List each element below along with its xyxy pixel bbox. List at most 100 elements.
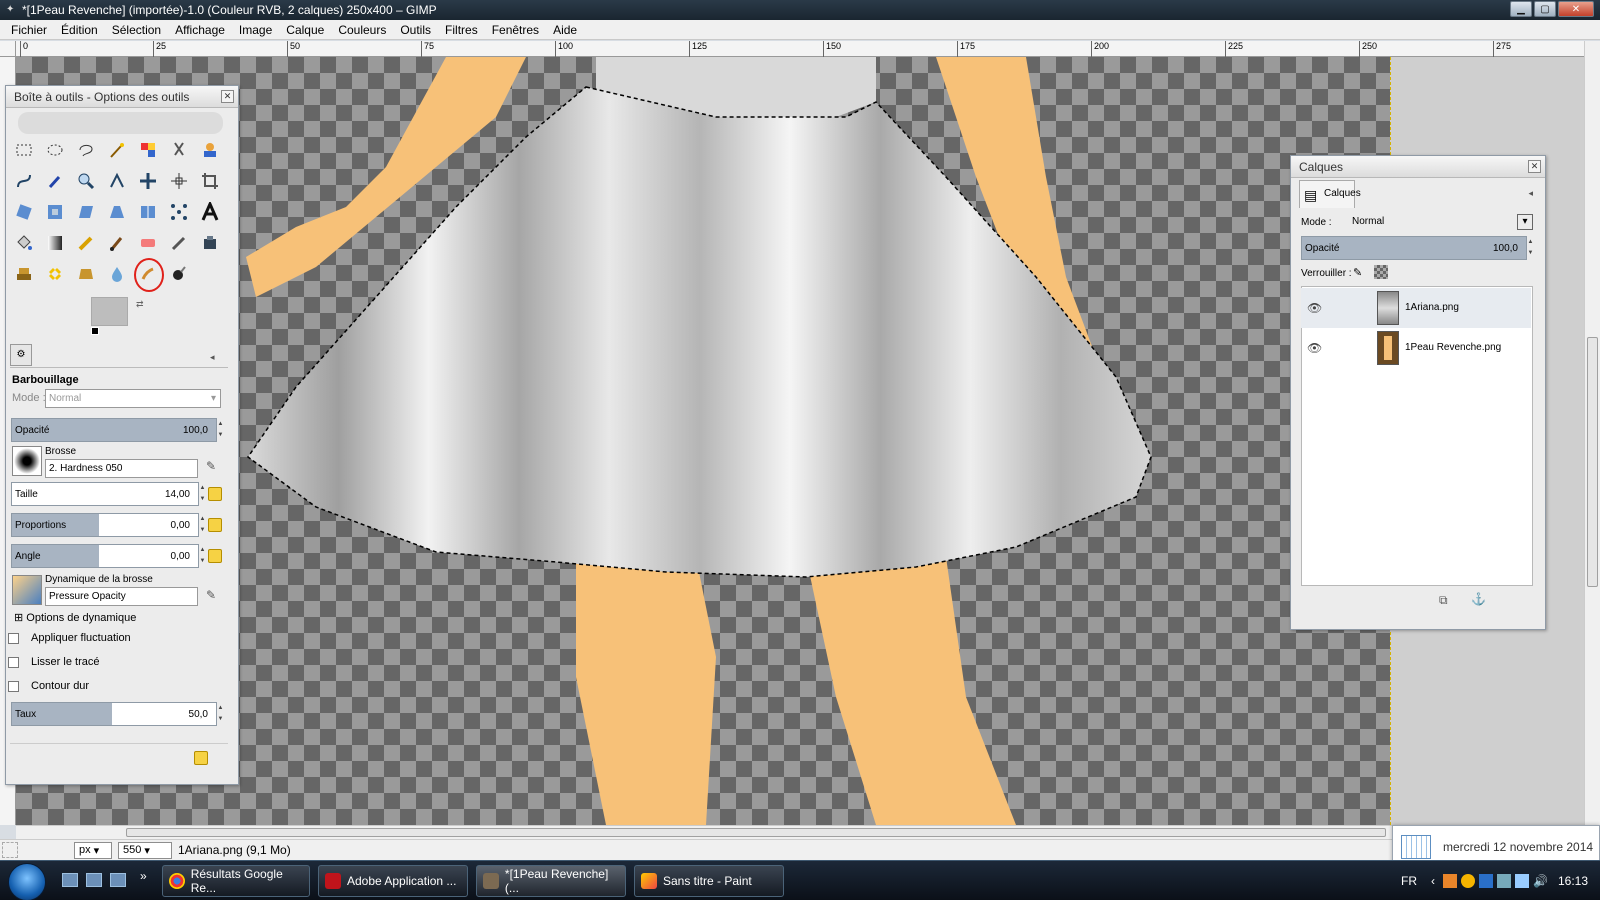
smudge-icon[interactable] [132, 258, 164, 292]
select-by-color-icon[interactable] [132, 134, 163, 165]
rotate-icon[interactable] [8, 196, 39, 227]
tray-expand-icon[interactable]: ‹ [1431, 874, 1435, 888]
tray-app-icon[interactable] [1461, 874, 1476, 888]
crop-icon[interactable] [194, 165, 225, 196]
mode-select[interactable]: Normal ▾ [45, 389, 221, 408]
tray-app-icon[interactable] [1479, 874, 1494, 888]
menu-edition[interactable]: Édition [54, 23, 105, 37]
monitor-icon[interactable] [1515, 874, 1530, 888]
foreground-select-icon[interactable] [194, 134, 225, 165]
spin-arrows-icon[interactable]: ▲ ▼ [217, 419, 224, 441]
brush-preview[interactable] [12, 446, 42, 476]
measure-icon[interactable] [101, 165, 132, 196]
wilber-drop-area[interactable] [18, 112, 223, 134]
lock-pixels-icon[interactable]: ✎ [1353, 266, 1362, 279]
opacity-slider[interactable]: Opacité 100,0 ▲ ▼ [11, 418, 223, 442]
task-gimp[interactable]: *[1Peau Revenche] (... [476, 865, 626, 897]
text-icon[interactable] [194, 196, 225, 227]
quick-mask-toggle[interactable] [0, 41, 16, 57]
spin-arrows-icon[interactable]: ▲ ▼ [199, 514, 206, 536]
menu-filtres[interactable]: Filtres [438, 23, 485, 37]
language-indicator[interactable]: FR [1401, 874, 1417, 888]
visibility-eye-icon[interactable]: 👁 [1307, 341, 1322, 355]
spin-arrows-icon[interactable]: ▲ ▼ [1527, 237, 1534, 259]
menu-outils[interactable]: Outils [393, 23, 438, 37]
network-icon[interactable] [1497, 874, 1512, 888]
tool-options-tab[interactable]: ⚙ [10, 344, 32, 366]
size-slider[interactable]: Taille 14,00 ▲ ▼ [11, 482, 205, 506]
navigate-icon[interactable] [2, 842, 18, 858]
ink-icon[interactable] [194, 227, 225, 258]
duplicate-layer-icon[interactable]: ⧉ [1439, 593, 1448, 608]
layer-name[interactable]: 1Ariana.png [1405, 302, 1459, 313]
lock-alpha-icon[interactable] [1374, 265, 1388, 279]
rate-slider[interactable]: Taux 50,0 ▲ ▼ [11, 702, 223, 726]
hard-edge-checkbox[interactable] [8, 681, 19, 692]
task-paint[interactable]: Sans titre - Paint [634, 865, 784, 897]
vertical-scrollbar[interactable] [1584, 41, 1600, 825]
show-desktop-icon[interactable] [62, 873, 78, 887]
menu-selection[interactable]: Sélection [105, 23, 168, 37]
flip-icon[interactable] [132, 196, 163, 227]
apply-jitter-checkbox[interactable] [8, 633, 19, 644]
anchor-layer-icon[interactable]: ⚓ [1471, 592, 1486, 606]
rect-select-icon[interactable] [8, 134, 39, 165]
perspective-icon[interactable] [101, 196, 132, 227]
scissors-icon[interactable] [163, 134, 194, 165]
menu-image[interactable]: Image [232, 23, 279, 37]
layer-row[interactable]: 👁 1Ariana.png [1301, 288, 1531, 328]
minimize-button[interactable]: ▁ [1510, 1, 1532, 17]
menu-fichier[interactable]: Fichier [4, 23, 54, 37]
heal-icon[interactable] [39, 258, 70, 289]
menu-affichage[interactable]: Affichage [168, 23, 232, 37]
airbrush-icon[interactable] [163, 227, 194, 258]
scroll-thumb[interactable] [1587, 337, 1598, 587]
move-icon[interactable] [132, 165, 163, 196]
close-icon[interactable]: ✕ [221, 90, 234, 103]
pencil-icon[interactable] [70, 227, 101, 258]
task-adobe[interactable]: Adobe Application ... [318, 865, 468, 897]
menu-aide[interactable]: Aide [546, 23, 584, 37]
zoom-icon[interactable] [70, 165, 101, 196]
unit-select[interactable]: px ▾ [74, 841, 112, 859]
menu-fenetres[interactable]: Fenêtres [485, 23, 546, 37]
cage-transform-icon[interactable] [163, 196, 194, 227]
fuzzy-select-icon[interactable] [101, 134, 132, 165]
brush-field[interactable]: 2. Hardness 050 [45, 459, 198, 478]
default-colors-icon[interactable] [91, 327, 99, 335]
color-picker-icon[interactable] [39, 165, 70, 196]
spin-arrows-icon[interactable]: ▲ ▼ [217, 703, 224, 725]
reset-tool-options-icon[interactable] [194, 751, 208, 765]
close-icon[interactable]: ✕ [1528, 160, 1541, 173]
swap-colors-icon[interactable]: ⇄ [136, 299, 144, 310]
dynamics-preview[interactable] [12, 575, 42, 605]
clone-icon[interactable] [8, 258, 39, 289]
menu-calque[interactable]: Calque [279, 23, 331, 37]
angle-slider[interactable]: Angle 0,00 ▲ ▼ [11, 544, 205, 568]
menu-couleurs[interactable]: Couleurs [331, 23, 393, 37]
task-chrome[interactable]: Résultats Google Re... [162, 865, 310, 897]
tray-app-icon[interactable] [1443, 874, 1458, 888]
layer-mode-select[interactable]: Normal [1349, 213, 1530, 232]
spin-arrows-icon[interactable]: ▲ ▼ [199, 545, 206, 567]
paths-icon[interactable] [8, 165, 39, 196]
dynamics-field[interactable]: Pressure Opacity [45, 587, 198, 606]
clock[interactable]: 16:13 [1558, 874, 1588, 888]
zoom-select[interactable]: 550 ▾ [118, 841, 172, 859]
quicklaunch-icon[interactable] [110, 873, 126, 887]
ratio-slider[interactable]: Proportions 0,00 ▲ ▼ [11, 513, 205, 537]
ellipse-select-icon[interactable] [39, 134, 70, 165]
scale-icon[interactable] [39, 196, 70, 227]
blend-icon[interactable] [39, 227, 70, 258]
blur-sharpen-icon[interactable] [101, 258, 132, 289]
explorer-icon[interactable] [86, 873, 102, 887]
maximize-button[interactable]: ▢ [1534, 1, 1556, 17]
horizontal-ruler[interactable]: 0 25 50 75 100 125 150 175 200 225 250 2… [16, 41, 1584, 57]
smooth-stroke-checkbox[interactable] [8, 657, 19, 668]
spin-arrows-icon[interactable]: ▲ ▼ [199, 483, 206, 505]
tab-menu-icon[interactable]: ◂ [210, 352, 215, 363]
quicklaunch-more-icon[interactable]: » [140, 869, 147, 883]
visibility-eye-icon[interactable]: 👁 [1307, 301, 1322, 315]
shear-icon[interactable] [70, 196, 101, 227]
tab-layers[interactable]: ▤ Calques [1299, 180, 1361, 208]
